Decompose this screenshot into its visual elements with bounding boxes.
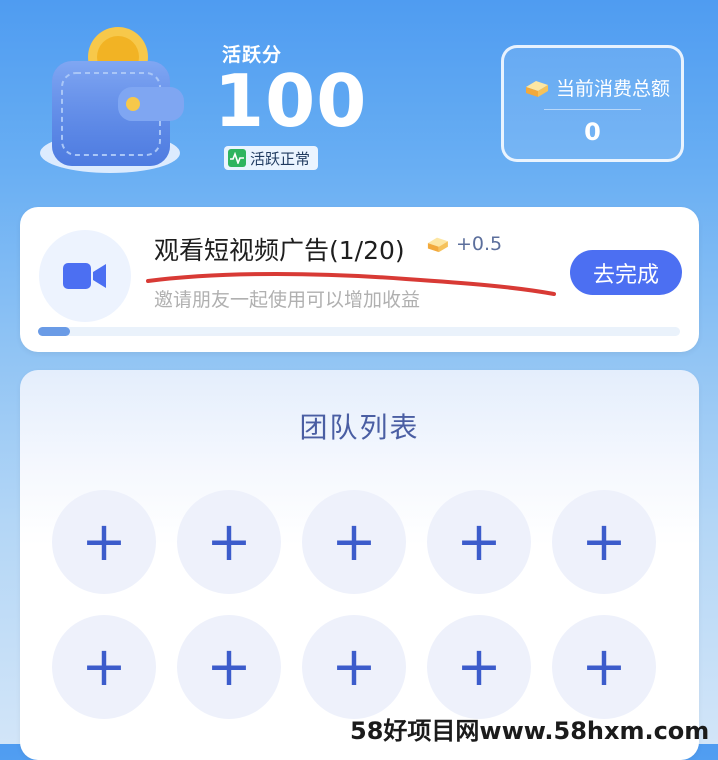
header: 活跃分 100 活跃正常 当前消费总额 0: [0, 0, 718, 200]
task-title: 观看短视频广告(1/20): [154, 236, 405, 265]
plus-icon: +: [581, 635, 627, 698]
task-progress-bar: [38, 327, 680, 336]
activity-score-value: 100: [214, 59, 368, 143]
task-subtitle: 邀请朋友一起使用可以增加收益: [154, 289, 421, 311]
plus-icon: +: [456, 510, 502, 573]
activity-status-badge: 活跃正常: [224, 146, 319, 170]
task-reward-value: +0.5: [456, 233, 503, 255]
video-camera-icon: [63, 263, 106, 289]
total-spend-value: 0: [584, 118, 601, 146]
task-reward: +0.5: [424, 233, 502, 255]
plus-icon: +: [581, 510, 627, 573]
team-list-card: 团队列表 + + + + + + + + + +: [20, 370, 699, 760]
team-list-title: 团队列表: [299, 411, 420, 444]
plus-icon: +: [331, 510, 377, 573]
plus-icon: +: [456, 635, 502, 698]
add-member-slot[interactable]: +: [302, 490, 406, 594]
plus-icon: +: [206, 635, 252, 698]
gold-bar-icon: [427, 237, 448, 253]
add-member-slot[interactable]: +: [552, 490, 656, 594]
total-spend-label: 当前消费总额: [556, 78, 671, 100]
total-spend-label-row: 当前消费总额: [522, 74, 670, 101]
activity-status-text: 活跃正常: [250, 149, 311, 168]
plus-icon: +: [331, 635, 377, 698]
plus-icon: +: [81, 635, 127, 698]
add-member-slot[interactable]: +: [427, 615, 531, 719]
task-card: 观看短视频广告(1/20) +0.5 邀请朋友一起使用可以增加收益 去完成: [20, 207, 699, 352]
task-icon-circle: [39, 230, 131, 322]
go-complete-button[interactable]: 去完成: [570, 250, 682, 295]
add-member-slot[interactable]: +: [427, 490, 531, 594]
divider: [544, 109, 641, 110]
task-progress-fill: [38, 327, 71, 336]
add-member-slot[interactable]: +: [52, 490, 156, 594]
watermark-text: 58好项目网www.58hxm.com: [350, 716, 710, 745]
pulse-icon: [228, 149, 246, 167]
plus-icon: +: [81, 510, 127, 573]
add-member-slot[interactable]: +: [177, 615, 281, 719]
wallet-icon: [40, 27, 184, 173]
total-spend-card: 当前消费总额 0: [501, 45, 684, 162]
add-member-slot[interactable]: +: [177, 490, 281, 594]
plus-icon: +: [206, 510, 252, 573]
add-member-slot[interactable]: +: [552, 615, 656, 719]
add-member-slot[interactable]: +: [302, 615, 406, 719]
add-member-slot[interactable]: +: [52, 615, 156, 719]
gold-bar-icon: [526, 80, 548, 97]
